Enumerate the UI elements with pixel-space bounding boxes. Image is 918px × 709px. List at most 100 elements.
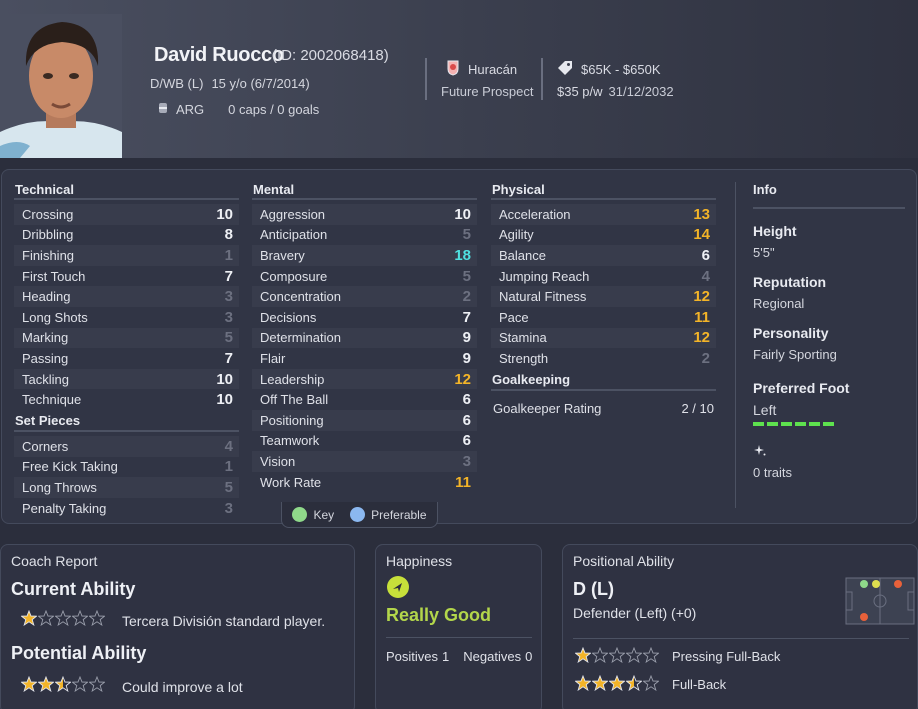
star-icon (88, 675, 106, 693)
attribute-row[interactable]: Anticipation 5 (252, 225, 477, 246)
attribute-row[interactable]: Balance 6 (491, 245, 716, 266)
happiness-status: Really Good (386, 605, 492, 625)
attribute-label: Passing (22, 350, 69, 366)
star-icon (591, 646, 609, 664)
attribute-row[interactable]: Pace 11 (491, 307, 716, 328)
attribute-value: 2 (462, 288, 471, 306)
attribute-row[interactable]: Decisions 7 (252, 307, 477, 328)
role-row-pressing-full-back[interactable]: Pressing Full-Back (574, 646, 780, 666)
attribute-value: 6 (462, 411, 471, 429)
goalkeeper-rating-value: 2 / 10 (681, 400, 714, 416)
attribute-value: 5 (462, 226, 471, 244)
nation-flag-icon (158, 102, 168, 117)
attribute-value: 10 (216, 205, 233, 223)
physical-title: Physical (491, 182, 716, 200)
attribute-row[interactable]: Penalty Taking 3 (14, 498, 239, 519)
attribute-row[interactable]: Aggression 10 (252, 204, 477, 225)
star-icon (625, 646, 643, 664)
attribute-row[interactable]: Dribbling 8 (14, 225, 239, 246)
player-status: Future Prospect (441, 84, 534, 99)
attribute-row[interactable]: Strength 2 (491, 348, 716, 369)
star-icon (608, 674, 626, 692)
potential-ability-stars (20, 675, 106, 697)
club-name: Huracán (468, 62, 518, 77)
attribute-value: 11 (694, 308, 710, 326)
attribute-row[interactable]: Acceleration 13 (491, 204, 716, 225)
attribute-row[interactable]: Stamina 12 (491, 327, 716, 349)
attribute-row[interactable]: Tackling 10 (14, 368, 239, 390)
physical-column: Physical Acceleration 13 Agility 14 Balance 6… (491, 182, 716, 416)
attribute-label: Concentration (260, 289, 341, 305)
attribute-row[interactable]: Long Shots 3 (14, 307, 239, 328)
attribute-value: 12 (693, 329, 710, 347)
player-nation-row: ARG 0 caps / 0 goals (158, 102, 319, 117)
info-column: Info Height 5'5" Reputation Regional Per… (753, 182, 905, 480)
attribute-value: 6 (701, 246, 710, 264)
current-ability-stars (20, 609, 106, 631)
attribute-value: 11 (455, 473, 471, 491)
goalkeeper-rating-row: Goalkeeper Rating 2 / 10 (491, 395, 716, 416)
set-pieces-list: Corners 4 Free Kick Taking 1 Long Throws 5 Pen… (14, 435, 239, 519)
attribute-row[interactable]: Work Rate 11 (252, 472, 477, 493)
player-position: D/WB (L) (150, 76, 204, 91)
positives-label: Positives (386, 649, 439, 664)
role-label: Full-Back (672, 677, 727, 692)
attribute-value: 1 (224, 246, 233, 264)
attribute-label: Natural Fitness (499, 289, 587, 305)
attribute-row[interactable]: Natural Fitness 12 (491, 286, 716, 307)
position-code: D (L) (573, 579, 614, 599)
attribute-row[interactable]: Corners 4 (14, 435, 239, 457)
role-row-full-back[interactable]: Full-Back (574, 674, 727, 694)
attribute-row[interactable]: Vision 3 (252, 451, 477, 472)
attribute-row[interactable]: Jumping Reach 4 (491, 266, 716, 287)
attribute-label: Balance (499, 247, 546, 263)
attribute-row[interactable]: Passing 7 (14, 348, 239, 369)
happiness-status-icon (386, 575, 410, 604)
happiness-card[interactable]: Happiness Really Good Positives 1 Negati… (375, 544, 542, 709)
attribute-row[interactable]: Off The Ball 6 (252, 389, 477, 410)
attribute-label: Teamwork (260, 433, 320, 449)
role-stars (574, 646, 660, 666)
attribute-row[interactable]: Heading 3 (14, 286, 239, 307)
attribute-row[interactable]: Free Kick Taking 1 (14, 457, 239, 478)
attribute-row[interactable]: Leadership 12 (252, 368, 477, 390)
potential-ability-text: Could improve a lot (122, 678, 243, 695)
attribute-value: 12 (454, 370, 471, 388)
positional-ability-card: Positional Ability D (L) Defender (Left)… (562, 544, 918, 709)
club-link[interactable]: Huracán (446, 60, 517, 79)
role-stars (574, 674, 660, 694)
star-icon (608, 646, 626, 664)
attribute-row[interactable]: Teamwork 6 (252, 431, 477, 452)
attribute-row[interactable]: Crossing 10 (14, 204, 239, 225)
attribute-row[interactable]: Long Throws 5 (14, 477, 239, 498)
attribute-row[interactable]: Marking 5 (14, 327, 239, 349)
star-icon (20, 675, 38, 693)
position-description: Defender (Left) (+0) (573, 605, 697, 621)
attribute-label: Agility (499, 227, 534, 243)
player-id: (ID: 2002068418) (272, 47, 389, 64)
attribute-row[interactable]: Concentration 2 (252, 286, 477, 307)
pitch-diagram[interactable] (845, 577, 915, 630)
attribute-row[interactable]: Determination 9 (252, 327, 477, 349)
attributes-panel: Technical Crossing 10 Dribbling 8 Finishing 1… (1, 169, 917, 528)
attribute-row[interactable]: Composure 5 (252, 266, 477, 287)
attribute-value: 10 (216, 370, 233, 388)
attribute-row[interactable]: Bravery 18 (252, 245, 477, 266)
mental-list: Aggression 10 Anticipation 5 Bravery 18 Compos… (252, 204, 477, 492)
attribute-row[interactable]: Finishing 1 (14, 245, 239, 266)
height-value: 5'5" (753, 245, 775, 260)
attribute-row[interactable]: Technique 10 (14, 389, 239, 410)
attribute-row[interactable]: Flair 9 (252, 348, 477, 369)
attribute-row[interactable]: First Touch 7 (14, 266, 239, 287)
traits-count[interactable]: 0 traits (753, 465, 905, 480)
attribute-label: Heading (22, 289, 71, 305)
attribute-row[interactable]: Agility 14 (491, 225, 716, 246)
sparkle-icon (753, 444, 905, 463)
player-value: $65K - $650K (557, 60, 661, 79)
happiness-counts: Positives 1 Negatives 0 (386, 649, 532, 664)
player-nation[interactable]: ARG (176, 102, 204, 117)
personality-value: Fairly Sporting (753, 347, 837, 362)
attribute-label: Marking (22, 330, 69, 346)
attribute-row[interactable]: Positioning 6 (252, 409, 477, 431)
legend-key-label: Key (313, 507, 335, 522)
